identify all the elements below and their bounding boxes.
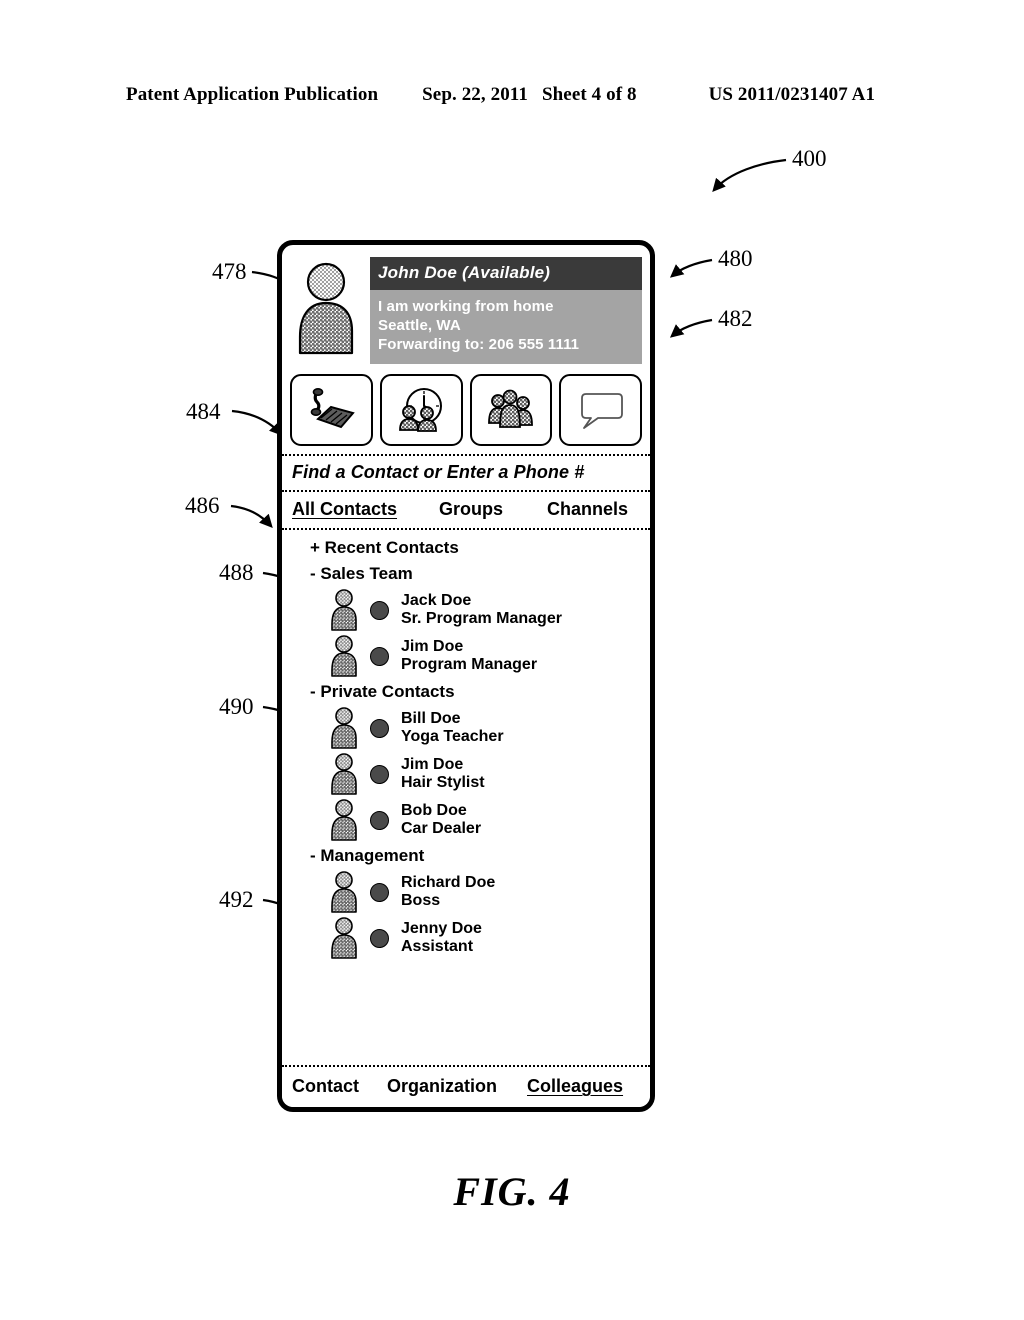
contact-name: Bob Doe: [401, 801, 467, 819]
contact-title: Assistant: [401, 938, 474, 956]
sheet-number: Sheet 4 of 8: [541, 84, 637, 105]
contact-text: Jim Doe Program Manager: [401, 638, 537, 675]
profile-header: John Doe (Available) I am working from h…: [282, 245, 650, 370]
contact-text: Jenny Doe Assistant: [401, 920, 482, 957]
status-badge: [370, 764, 389, 784]
ref-numeral-478: 478: [212, 259, 247, 284]
desk-phone-icon: [305, 387, 357, 433]
status-badge: [370, 600, 389, 620]
list-item[interactable]: Jenny Doe Assistant: [282, 915, 650, 961]
detail-tabs: Contact Organization Colleagues: [282, 1065, 650, 1107]
ref-numeral-484: 484: [186, 399, 221, 424]
contact-avatar-icon: [330, 798, 358, 842]
tab-organization[interactable]: Organization: [387, 1076, 497, 1097]
ref-numeral-490: 490: [219, 694, 254, 719]
publication-date: Sep. 22, 2011: [422, 84, 528, 105]
status-badge: [370, 882, 389, 902]
contact-title: Boss: [401, 892, 441, 910]
contact-title: Sr. Program Manager: [401, 610, 562, 628]
tab-channels[interactable]: Channels: [547, 499, 628, 520]
ref-numeral-486: 486: [185, 493, 220, 518]
list-item[interactable]: Bob Doe Car Dealer: [282, 797, 650, 843]
contact-avatar-icon: [330, 870, 358, 914]
ref-numeral-492: 492: [219, 887, 254, 912]
meeting-clock-icon: [394, 386, 448, 434]
contact-title: Hair Stylist: [401, 774, 485, 792]
group-button[interactable]: [469, 374, 553, 447]
contact-text: Richard Doe Boss: [401, 874, 495, 911]
contact-name: Jenny Doe: [401, 919, 482, 937]
contact-title: Yoga Teacher: [401, 728, 504, 746]
status-line-3: Forwarding to: 206 555 1111: [378, 335, 580, 353]
user-status-note: I am working from home Seattle, WA Forwa…: [370, 290, 642, 365]
group-header-private-contacts[interactable]: - Private Contacts: [282, 679, 650, 705]
contact-name: Jim Doe: [401, 755, 464, 773]
contact-list[interactable]: + Recent Contacts - Sales Team Jack Doe …: [282, 530, 650, 1024]
list-item[interactable]: Jim Doe Program Manager: [282, 633, 650, 679]
contact-title: Car Dealer: [401, 820, 482, 838]
patent-page-header: Patent Application Publication Sep. 22, …: [126, 84, 898, 106]
tab-colleagues[interactable]: Colleagues: [527, 1076, 623, 1097]
publication-label: Patent Application Publication: [126, 84, 379, 105]
phone-button[interactable]: [290, 374, 373, 447]
contact-text: Bill Doe Yoga Teacher: [401, 710, 504, 747]
status-badge: [370, 810, 389, 830]
chat-button[interactable]: [559, 374, 642, 447]
status-line-1: I am working from home: [378, 298, 554, 315]
contact-title: Program Manager: [401, 656, 538, 674]
contact-avatar-icon: [330, 706, 358, 750]
list-item[interactable]: Richard Doe Boss: [282, 869, 650, 915]
search-row[interactable]: Find a Contact or Enter a Phone #: [282, 456, 650, 493]
tab-all-contacts[interactable]: All Contacts: [292, 499, 397, 520]
group-header-sales-team[interactable]: - Sales Team: [282, 561, 650, 587]
group-header-recent-contacts[interactable]: + Recent Contacts: [282, 535, 650, 561]
ref-numeral-480: 480: [718, 246, 753, 271]
view-tabs: All Contacts Groups Channels: [282, 492, 650, 531]
figure-caption: FIG. 4: [453, 1169, 571, 1214]
communication-client-window: John Doe (Available) I am working from h…: [277, 240, 655, 1112]
ref-numeral-400: 400: [792, 146, 827, 171]
contact-avatar-icon: [330, 752, 358, 796]
contact-name: Jack Doe: [401, 591, 472, 609]
status-badge: [370, 646, 389, 666]
ref-numeral-482: 482: [718, 306, 753, 331]
patent-number: US 2011/0231407 A1: [708, 84, 876, 105]
user-silhouette-icon: [296, 259, 360, 359]
contact-avatar-icon: [330, 916, 358, 960]
contact-name: Richard Doe: [401, 873, 496, 891]
list-item[interactable]: Bill Doe Yoga Teacher: [282, 705, 650, 751]
contact-text: Jim Doe Hair Stylist: [401, 756, 485, 793]
tab-contact[interactable]: Contact: [292, 1076, 359, 1097]
tab-groups[interactable]: Groups: [439, 499, 503, 520]
contact-name: Bill Doe: [401, 709, 461, 727]
profile-text-band: John Doe (Available) I am working from h…: [370, 257, 642, 365]
status-line-2: Seattle, WA: [378, 316, 461, 334]
meeting-button[interactable]: [379, 374, 463, 447]
status-badge: [370, 928, 389, 948]
group-header-management[interactable]: - Management: [282, 843, 650, 869]
action-toolbar: [282, 370, 650, 457]
list-item[interactable]: Jack Doe Sr. Program Manager: [282, 587, 650, 633]
group-people-icon: [484, 387, 538, 433]
contact-text: Jack Doe Sr. Program Manager: [401, 592, 562, 629]
list-item[interactable]: Jim Doe Hair Stylist: [282, 751, 650, 797]
chat-bubble-icon: [574, 388, 628, 432]
contact-avatar-icon: [330, 588, 358, 632]
user-name-status: John Doe (Available): [370, 257, 642, 290]
status-badge: [370, 718, 389, 738]
contact-name: Jim Doe: [401, 637, 464, 655]
contact-text: Bob Doe Car Dealer: [401, 802, 481, 839]
search-input[interactable]: Find a Contact or Enter a Phone #: [292, 462, 640, 483]
contact-avatar-icon: [330, 634, 358, 678]
ref-numeral-488: 488: [219, 560, 254, 585]
